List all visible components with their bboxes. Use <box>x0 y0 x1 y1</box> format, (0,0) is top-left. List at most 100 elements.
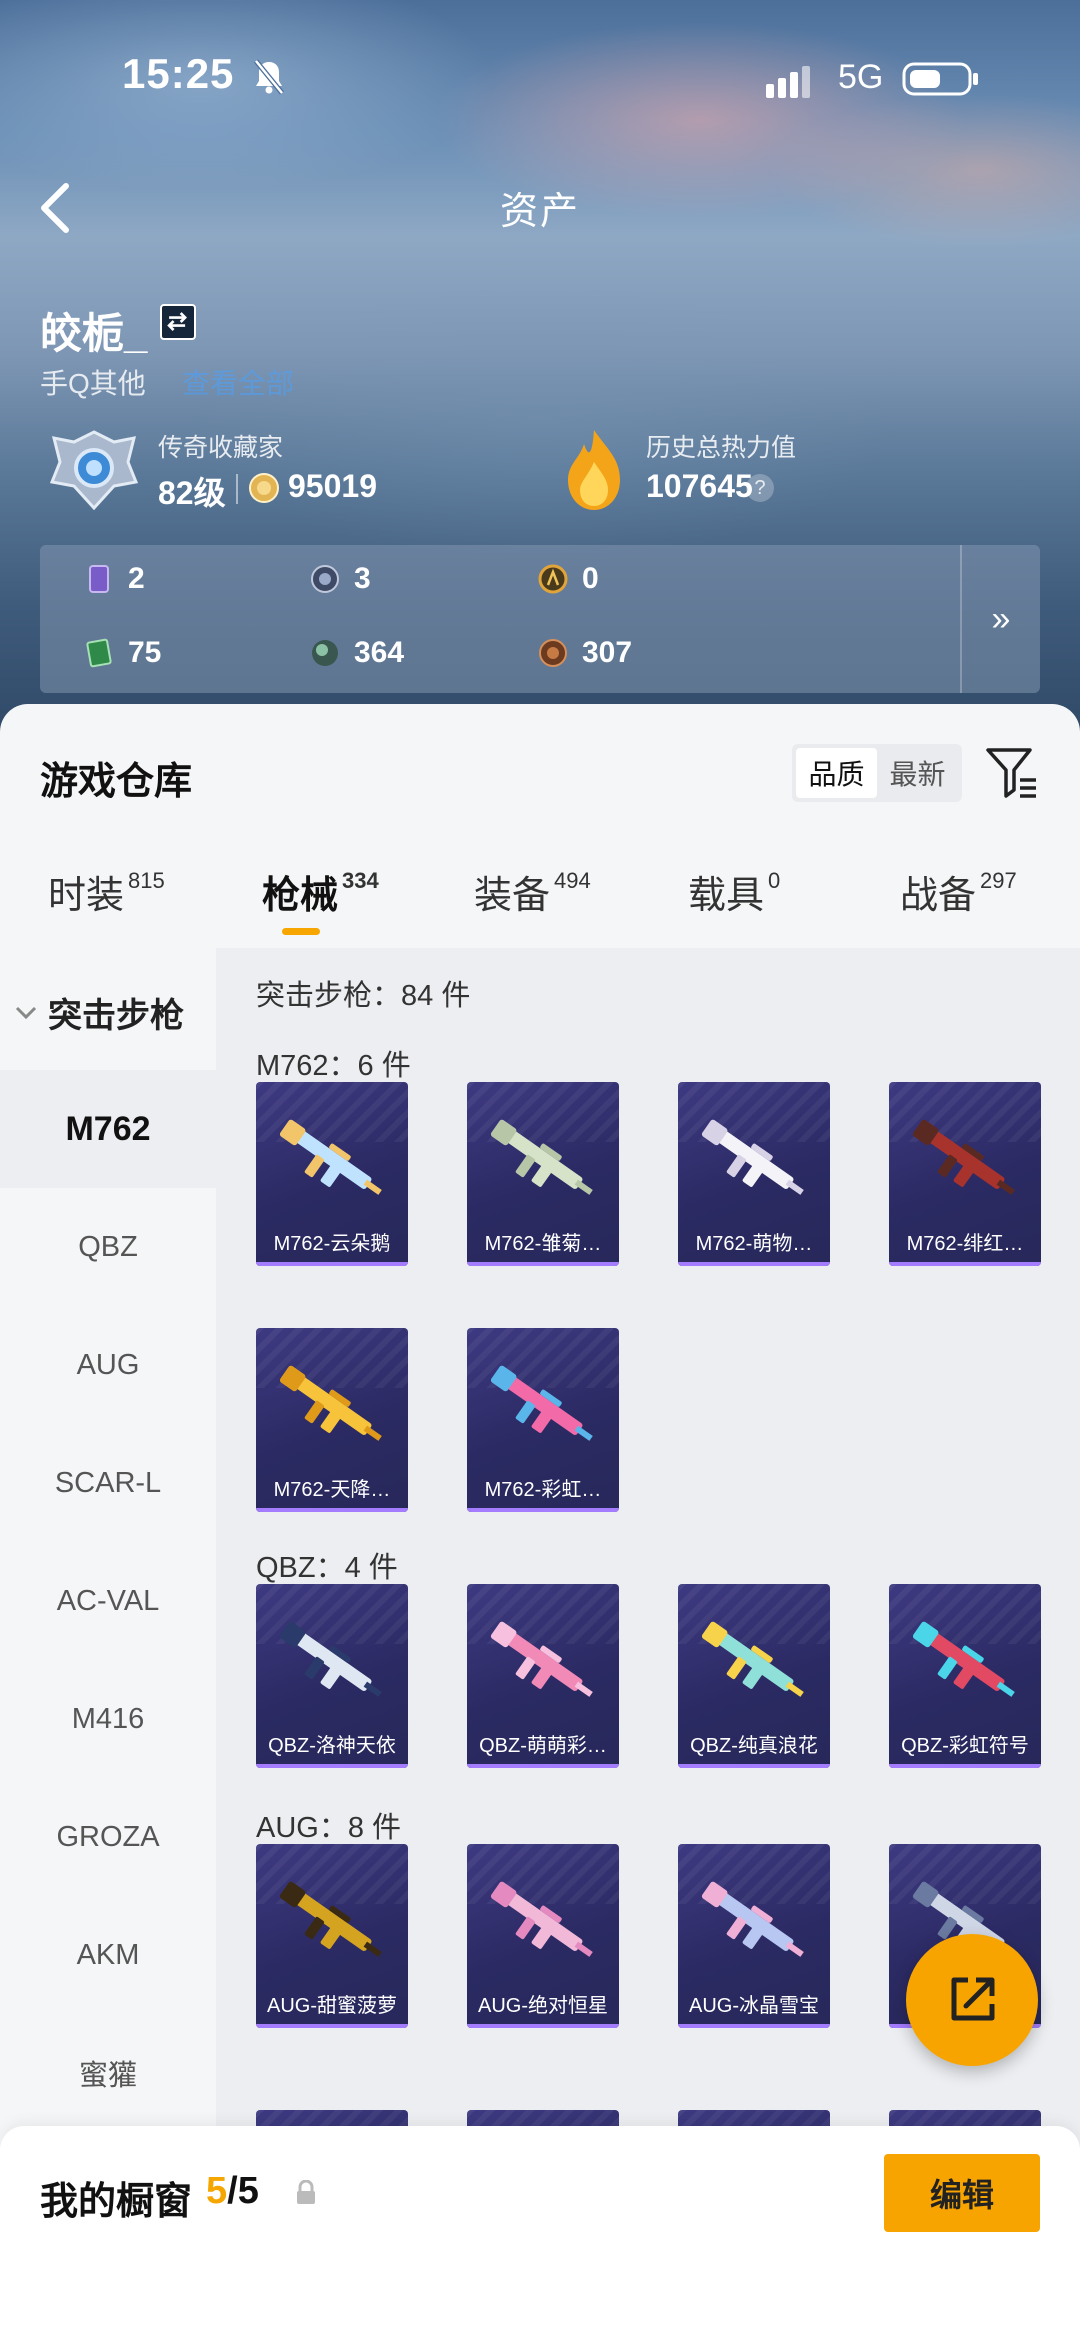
item-card[interactable]: M762-萌物… <box>678 1082 830 1266</box>
tab-gear[interactable]: 战备 297 <box>900 864 1017 919</box>
rank-badge-icon <box>49 430 139 511</box>
currency-item: 75 <box>84 636 161 670</box>
sphere-icon <box>312 640 338 666</box>
side-item-m416[interactable]: M416 <box>0 1660 216 1778</box>
help-icon[interactable]: ? <box>746 474 774 502</box>
item-card[interactable]: M762-雏菊… <box>467 1082 619 1266</box>
side-item-m762[interactable]: M762 <box>0 1070 216 1188</box>
bell-off-icon <box>254 59 284 95</box>
category-label: 突击步枪 <box>48 997 184 1035</box>
item-label: QBZ-彩虹符号 <box>901 1735 1029 1757</box>
warehouse-card: 游戏仓库 品质 最新 时装 815 枪械 334 装备 494 载具 0 战备 297 突… <box>0 704 1080 2347</box>
tab-fashion[interactable]: 时装 815 <box>48 864 165 919</box>
rifle-icon <box>279 1881 382 1957</box>
rank-level: 82级 <box>158 475 226 511</box>
currency-value: 2 <box>128 562 145 595</box>
sort-toggle: 品质 最新 <box>792 744 962 802</box>
coin-value: 95019 <box>288 468 377 504</box>
divider <box>236 474 238 504</box>
external-link-icon <box>951 1977 995 2021</box>
side-item-scar-l[interactable]: SCAR-L <box>0 1424 216 1542</box>
sort-latest-button[interactable]: 最新 <box>877 748 958 798</box>
coin-icon <box>249 473 279 503</box>
item-card[interactable]: M762-彩虹… <box>467 1328 619 1512</box>
showcase-count: 5/5 <box>206 2170 259 2213</box>
heat-title: 历史总热力值 <box>646 434 797 462</box>
item-label: AUG-甜蜜菠萝 <box>267 1995 397 2017</box>
rifle-icon <box>701 1119 804 1195</box>
tab-label: 枪械 <box>262 875 339 917</box>
side-item-akm[interactable]: AKM <box>0 1896 216 2014</box>
switch-account-icon[interactable] <box>160 304 196 340</box>
item-label: QBZ-萌萌彩… <box>479 1735 607 1757</box>
category-header[interactable]: 突击步枪 <box>14 988 184 1037</box>
token-a-icon <box>538 564 568 594</box>
item-card[interactable]: QBZ-萌萌彩… <box>467 1584 619 1768</box>
item-card[interactable]: QBZ-彩虹符号 <box>889 1584 1041 1768</box>
currency-value: 364 <box>354 636 405 669</box>
ticket-icon <box>86 638 112 668</box>
share-fab-button[interactable] <box>906 1934 1038 2066</box>
rifle-icon <box>490 1119 593 1195</box>
chevron-down-icon <box>15 1006 37 1019</box>
item-card[interactable]: M762-云朵鹅 <box>256 1082 408 1266</box>
platform-link[interactable]: 查看全部 <box>182 362 294 402</box>
currency-item: 0 <box>538 562 599 596</box>
side-item-honey-badger[interactable]: 蜜獾 <box>0 2014 216 2132</box>
rifle-icon <box>912 1621 1015 1697</box>
rank-title: 传奇收藏家 <box>158 434 284 462</box>
item-card[interactable]: AUG-绝对恒星 <box>467 1844 619 2028</box>
rifle-icon <box>490 1365 593 1441</box>
network-type: 5G <box>838 58 884 96</box>
tab-vehicles[interactable]: 载具 0 <box>688 864 780 919</box>
item-label: M762-天降… <box>273 1479 391 1501</box>
item-card[interactable]: AUG-甜蜜菠萝 <box>256 1844 408 2028</box>
rifle-icon <box>701 1621 804 1697</box>
tab-count: 494 <box>554 868 591 894</box>
lock-icon <box>297 2180 315 2204</box>
tab-weapons[interactable]: 枪械 334 <box>262 864 379 919</box>
rifle-icon <box>279 1365 382 1441</box>
item-label: QBZ-纯真浪花 <box>690 1735 818 1757</box>
item-card[interactable]: AUG-冰晶雪宝 <box>678 1844 830 2028</box>
edit-button[interactable]: 编辑 <box>884 2154 1040 2232</box>
group-title-m762: M762：6 件 <box>256 1050 411 1082</box>
tab-label: 时装 <box>48 875 125 917</box>
platform-label: 手Q其他 <box>40 368 146 399</box>
username: 皎栀_ <box>40 310 148 357</box>
item-card[interactable]: M762-绯红… <box>889 1082 1041 1266</box>
currency-value: 75 <box>128 636 162 669</box>
bronze-icon <box>539 639 567 667</box>
side-item-aug[interactable]: AUG <box>0 1306 216 1424</box>
item-card[interactable]: M762-天降… <box>256 1328 408 1512</box>
signal-icon <box>766 66 810 98</box>
tab-label: 战备 <box>900 875 977 917</box>
tab-equipment[interactable]: 装备 494 <box>474 864 591 919</box>
flame-icon <box>568 430 620 510</box>
item-label: AUG-冰晶雪宝 <box>689 1995 819 2017</box>
item-label: AUG-绝对恒星 <box>478 1995 608 2017</box>
item-label: M762-雏菊… <box>484 1233 602 1255</box>
section-title: 游戏仓库 <box>40 761 193 803</box>
sort-quality-button[interactable]: 品质 <box>796 748 877 798</box>
rifle-icon <box>490 1621 593 1697</box>
page-title: 资产 <box>499 191 580 233</box>
status-time: 15:25 <box>122 50 235 97</box>
side-item-groza[interactable]: GROZA <box>0 1778 216 1896</box>
category-tabs: 时装 815 枪械 334 装备 494 载具 0 战备 297 <box>0 864 1080 944</box>
currency-value: 0 <box>582 562 599 595</box>
active-tab-indicator <box>282 928 320 935</box>
currency-expand-button[interactable]: » <box>960 545 1040 693</box>
currency-item: 364 <box>310 636 404 670</box>
item-card[interactable]: QBZ-洛神天依 <box>256 1584 408 1768</box>
item-card[interactable]: QBZ-纯真浪花 <box>678 1584 830 1768</box>
filter-icon[interactable] <box>984 744 1038 800</box>
side-item-qbz[interactable]: QBZ <box>0 1188 216 1306</box>
rifle-icon <box>701 1881 804 1957</box>
tab-count: 297 <box>980 868 1017 894</box>
category-count: 突击步枪：84 件 <box>256 980 471 1012</box>
side-item-ac-val[interactable]: AC-VAL <box>0 1542 216 1660</box>
item-label: M762-云朵鹅 <box>273 1233 391 1255</box>
tab-label: 载具 <box>688 875 765 917</box>
showcase-total: /5 <box>227 2170 259 2212</box>
